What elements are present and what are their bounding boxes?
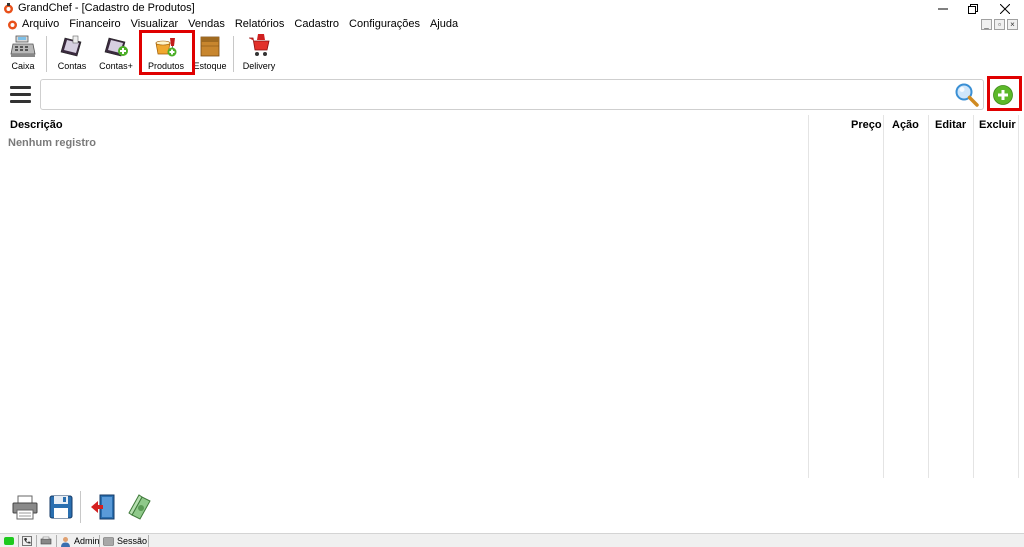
session-icon — [103, 536, 114, 546]
restore-icon — [968, 3, 978, 14]
column-header-editar[interactable]: Editar — [935, 119, 966, 131]
user-status: Admin — [60, 535, 100, 547]
printer-status — [40, 535, 52, 547]
column-divider — [883, 115, 884, 478]
close-icon — [1000, 3, 1010, 14]
table-header: Descrição Preço Ação Editar Excluir — [0, 115, 1024, 135]
status-led-icon — [4, 537, 14, 545]
accounts-add-icon — [104, 37, 128, 57]
status-divider — [148, 535, 149, 547]
user-icon — [61, 536, 70, 547]
column-divider — [808, 115, 809, 478]
toolbar-separator — [46, 36, 47, 72]
hamburger-icon — [10, 86, 31, 89]
mdi-restore-button[interactable]: ▫ — [994, 19, 1005, 30]
add-button-highlight — [987, 76, 1022, 111]
cash-register-icon — [10, 35, 36, 57]
column-header-preco[interactable]: Preço — [851, 119, 882, 131]
connection-status — [4, 535, 14, 547]
contas-label: Contas — [57, 61, 87, 71]
status-bar: Admin Sessão — [0, 533, 1024, 547]
search-icon[interactable] — [954, 82, 980, 108]
produtos-highlight — [139, 30, 195, 75]
caixa-button[interactable]: Caixa — [8, 34, 38, 74]
user-name: Admin — [74, 536, 100, 546]
status-divider — [56, 535, 57, 547]
contas-plus-button[interactable]: Contas+ — [98, 34, 134, 74]
menu-ajuda[interactable]: Ajuda — [430, 18, 458, 30]
menu-visualizar[interactable]: Visualizar — [131, 18, 179, 30]
accounts-icon — [60, 35, 82, 57]
shopping-cart-icon — [249, 34, 270, 56]
hamburger-line — [10, 93, 31, 96]
hamburger-menu-button[interactable] — [10, 86, 31, 104]
search-input[interactable] — [40, 79, 984, 110]
printer-small-icon — [40, 536, 52, 545]
restore-button[interactable] — [958, 0, 988, 17]
column-divider — [973, 115, 974, 478]
delivery-button[interactable]: Delivery — [243, 34, 275, 74]
phone-icon — [22, 536, 32, 546]
column-header-excluir[interactable]: Excluir — [979, 119, 1016, 131]
column-header-descricao[interactable]: Descrição — [10, 119, 63, 131]
toolbar-separator — [233, 36, 234, 72]
column-header-acao[interactable]: Ação — [892, 119, 919, 131]
menu-configuracoes[interactable]: Configurações — [349, 18, 420, 30]
menu-financeiro[interactable]: Financeiro — [69, 18, 120, 30]
close-button[interactable] — [990, 0, 1020, 17]
menu-vendas[interactable]: Vendas — [188, 18, 225, 30]
mdi-minimize-button[interactable]: _ — [981, 19, 992, 30]
exit-door-icon[interactable] — [89, 493, 117, 521]
contas-button[interactable]: Contas — [57, 34, 87, 74]
menu-relatorios[interactable]: Relatórios — [235, 18, 285, 30]
status-divider — [18, 535, 19, 547]
session-status: Sessão — [103, 535, 147, 547]
save-disk-icon[interactable] — [47, 493, 75, 521]
delivery-label: Delivery — [242, 61, 276, 71]
window-title: GrandChef - [Cadastro de Produtos] — [18, 2, 195, 14]
main-toolbar: Caixa Contas Contas+ Produtos Estoque De… — [0, 30, 1024, 76]
grandchef-logo-icon — [4, 3, 13, 14]
phone-status — [22, 535, 32, 547]
mdi-controls: _ ▫ × — [981, 19, 1018, 30]
stock-box-icon — [200, 36, 220, 57]
empty-table-message: Nenhum registro — [8, 137, 97, 149]
document-icon[interactable] — [7, 19, 18, 30]
mdi-close-button[interactable]: × — [1007, 19, 1018, 30]
status-divider — [99, 535, 100, 547]
menu-cadastro[interactable]: Cadastro — [294, 18, 339, 30]
contas-plus-label: Contas+ — [99, 61, 133, 71]
money-icon[interactable] — [126, 493, 154, 521]
session-label: Sessão — [117, 536, 148, 546]
minimize-button[interactable] — [928, 0, 958, 17]
bottom-toolbar-separator — [80, 491, 81, 523]
menu-arquivo[interactable]: Arquivo — [22, 18, 59, 30]
printer-icon[interactable] — [11, 493, 39, 521]
estoque-button[interactable]: Estoque — [193, 34, 227, 74]
hamburger-line — [10, 100, 31, 103]
menu-items: Arquivo Financeiro Visualizar Vendas Rel… — [22, 18, 468, 30]
minimize-icon — [938, 8, 948, 9]
estoque-label: Estoque — [193, 61, 227, 71]
caixa-label: Caixa — [11, 61, 35, 71]
column-divider — [928, 115, 929, 478]
status-divider — [36, 535, 37, 547]
title-bar: GrandChef - [Cadastro de Produtos] — [0, 0, 1024, 17]
column-divider — [1018, 115, 1019, 478]
